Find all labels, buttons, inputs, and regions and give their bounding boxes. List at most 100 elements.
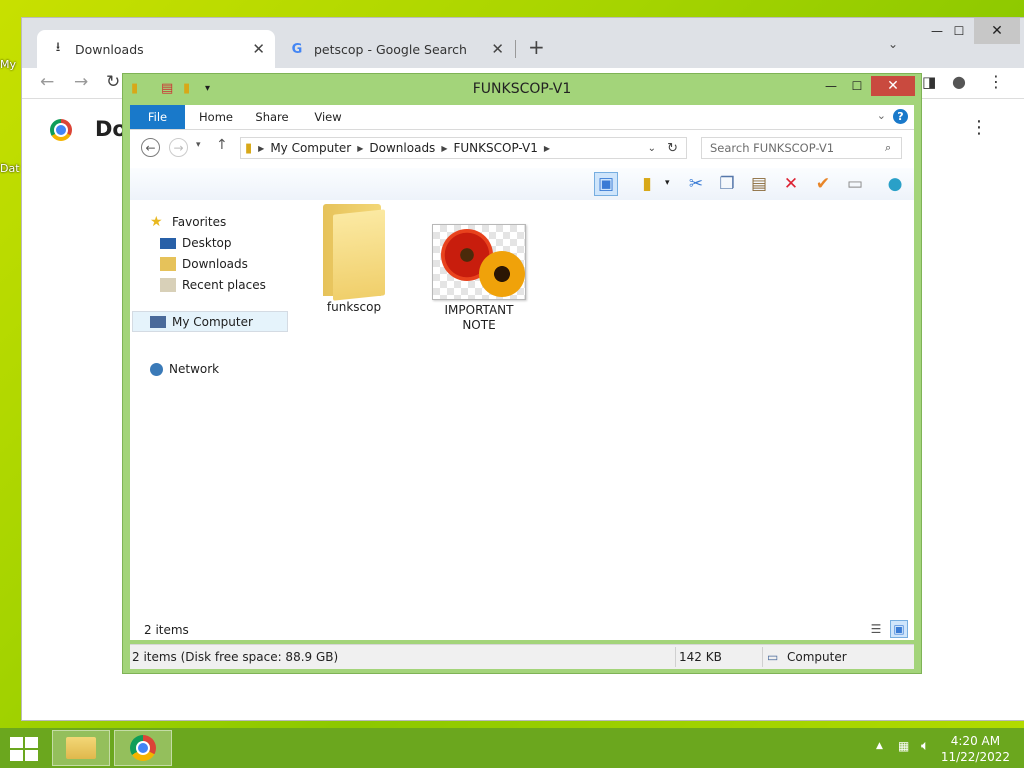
explorer-title-bar[interactable]: ▮ ▤ ▮ ▾ FUNKSCOP-V1 — ☐ ✕ <box>123 74 921 104</box>
file-item-image[interactable]: IMPORTANT NOTE <box>424 224 534 333</box>
star-icon: ★ <box>150 214 163 230</box>
status-location: Computer <box>787 650 847 664</box>
close-button[interactable]: ✕ <box>974 18 1020 44</box>
breadcrumb-my-computer[interactable]: My Computer <box>270 141 351 155</box>
close-icon[interactable]: ✕ <box>491 40 504 58</box>
chrome-menu-icon[interactable]: ⋮ <box>988 72 1004 91</box>
chevron-down-icon[interactable]: ⌄ <box>648 143 656 154</box>
up-arrow-icon[interactable]: ↑ <box>216 137 228 153</box>
back-arrow-icon[interactable]: ← <box>141 138 160 157</box>
search-input[interactable]: Search FUNKSCOP-V1 <box>701 137 902 159</box>
window-title: FUNKSCOP-V1 <box>472 81 572 97</box>
breadcrumb-separator[interactable]: ▶ <box>258 144 264 153</box>
nav-favorites[interactable]: ★ Favorites <box>150 215 226 229</box>
nav-recent-places[interactable]: Recent places <box>160 278 266 292</box>
rename-icon[interactable]: ▭ <box>843 172 867 196</box>
help-icon[interactable]: ? <box>893 109 908 124</box>
close-button[interactable]: ✕ <box>871 76 915 96</box>
network-icon <box>150 362 163 376</box>
profile-icon[interactable]: ● <box>952 72 966 91</box>
breadcrumb-separator[interactable]: ▶ <box>441 144 447 153</box>
chevron-down-icon[interactable]: ⌄ <box>888 37 898 51</box>
nav-label: My Computer <box>172 314 253 329</box>
clock-date: 11/22/2022 <box>940 750 1010 764</box>
maximize-button[interactable]: ☐ <box>843 76 871 96</box>
desktop-icon <box>160 237 176 249</box>
folder-options-icon[interactable]: ▮ <box>635 172 659 196</box>
globe-icon[interactable]: ● <box>883 172 907 196</box>
tab-home[interactable]: Home <box>196 105 236 129</box>
forward-arrow-icon[interactable]: → <box>169 138 188 157</box>
side-panel-icon[interactable]: ◨ <box>922 73 936 91</box>
breadcrumb-separator[interactable]: ▶ <box>357 144 363 153</box>
nav-label: Network <box>169 362 220 376</box>
tab-divider <box>515 40 516 58</box>
reload-icon[interactable]: ↻ <box>106 72 120 92</box>
tab-file[interactable]: File <box>130 105 185 129</box>
desktop-icon-label[interactable]: Dat <box>0 162 20 175</box>
computer-icon <box>150 315 166 328</box>
item-count-bar: 2 items ☰ ▣ <box>130 620 914 640</box>
nav-label: Downloads <box>182 257 248 271</box>
command-bar: ▣ ▮ ▾ ✂ ❐ ▤ ✕ ✔ ▭ ● <box>130 168 914 200</box>
computer-icon: ▭ <box>767 650 779 664</box>
downloads-folder-icon <box>160 257 176 271</box>
nav-desktop[interactable]: Desktop <box>160 236 232 250</box>
minimize-button[interactable]: — <box>817 76 845 96</box>
delete-icon[interactable]: ✕ <box>779 172 803 196</box>
refresh-icon[interactable]: ↻ <box>667 141 678 156</box>
nav-network[interactable]: Network <box>150 362 219 376</box>
volume-icon[interactable]: 🔈︎ <box>921 738 929 778</box>
back-arrow-icon[interactable]: ← <box>40 72 54 92</box>
paste-icon[interactable]: ▤ <box>747 172 771 196</box>
chrome-icon <box>130 735 156 761</box>
cut-icon[interactable]: ✂ <box>684 172 708 196</box>
nav-downloads[interactable]: Downloads <box>160 257 248 271</box>
show-hidden-icons[interactable]: ▲ <box>876 741 883 781</box>
nav-label: Favorites <box>172 215 227 229</box>
status-summary: 2 items (Disk free space: 88.9 GB) <box>132 650 339 664</box>
breadcrumb-separator[interactable]: ▶ <box>544 144 550 153</box>
taskbar: ▲ ▦ 🔈︎ 4:20 AM 11/22/2022 <box>0 728 1024 768</box>
tab-view[interactable]: View <box>308 105 348 129</box>
tab-downloads[interactable]: ⭳ Downloads ✕ <box>37 30 275 68</box>
tab-share[interactable]: Share <box>252 105 292 129</box>
download-icon: ⭳ <box>55 40 61 55</box>
image-thumbnail <box>432 224 526 300</box>
file-item-folder[interactable]: funkscop <box>310 204 398 314</box>
preview-pane-icon[interactable]: ▣ <box>594 172 618 196</box>
details-view-icon[interactable]: ☰ <box>867 620 885 638</box>
chrome-logo-icon <box>50 119 72 141</box>
breadcrumb-downloads[interactable]: Downloads <box>369 141 435 155</box>
close-icon[interactable]: ✕ <box>252 40 265 58</box>
taskbar-chrome[interactable] <box>114 730 172 766</box>
chevron-down-icon[interactable]: ▾ <box>665 178 670 188</box>
desktop-icon-label[interactable]: My <box>0 58 16 71</box>
copy-icon[interactable]: ❐ <box>715 172 739 196</box>
taskbar-clock[interactable]: 4:20 AM 11/22/2022 <box>941 733 1010 765</box>
address-bar[interactable]: ▮ ▶ My Computer ▶ Downloads ▶ FUNKSCOP-V… <box>240 137 687 159</box>
recent-locations-icon[interactable]: ▾ <box>196 140 201 150</box>
large-icons-view-icon[interactable]: ▣ <box>890 620 908 638</box>
checkmark-icon[interactable]: ✔ <box>811 172 835 196</box>
more-options-icon[interactable]: ⋮ <box>970 117 988 138</box>
search-icon: ⌕ <box>885 141 892 154</box>
new-tab-icon[interactable]: + <box>528 35 545 59</box>
folder-icon <box>323 204 385 301</box>
maximize-button[interactable]: ☐ <box>944 18 974 44</box>
breadcrumb-current-folder[interactable]: FUNKSCOP-V1 <box>453 141 537 155</box>
google-icon: G <box>291 41 303 57</box>
taskbar-file-explorer[interactable] <box>52 730 110 766</box>
navigation-pane: ★ Favorites Desktop Downloads Recent pla… <box>130 200 290 640</box>
folder-icon: ▮ <box>245 140 253 156</box>
nav-my-computer[interactable]: My Computer <box>132 311 288 332</box>
start-button[interactable] <box>10 737 38 761</box>
forward-arrow-icon[interactable]: → <box>74 72 88 92</box>
nav-label: Recent places <box>182 278 266 292</box>
network-tray-icon[interactable]: ▦ <box>898 739 909 779</box>
explorer-window: ▮ ▤ ▮ ▾ FUNKSCOP-V1 — ☐ ✕ File Home Shar… <box>122 73 922 674</box>
chevron-down-icon[interactable]: ⌄ <box>877 109 886 122</box>
tab-google-search[interactable]: G petscop - Google Search ✕ <box>276 30 514 68</box>
ribbon-tabs: File Home Share View ⌄ ? <box>130 105 914 130</box>
tab-label: Downloads <box>75 41 144 57</box>
